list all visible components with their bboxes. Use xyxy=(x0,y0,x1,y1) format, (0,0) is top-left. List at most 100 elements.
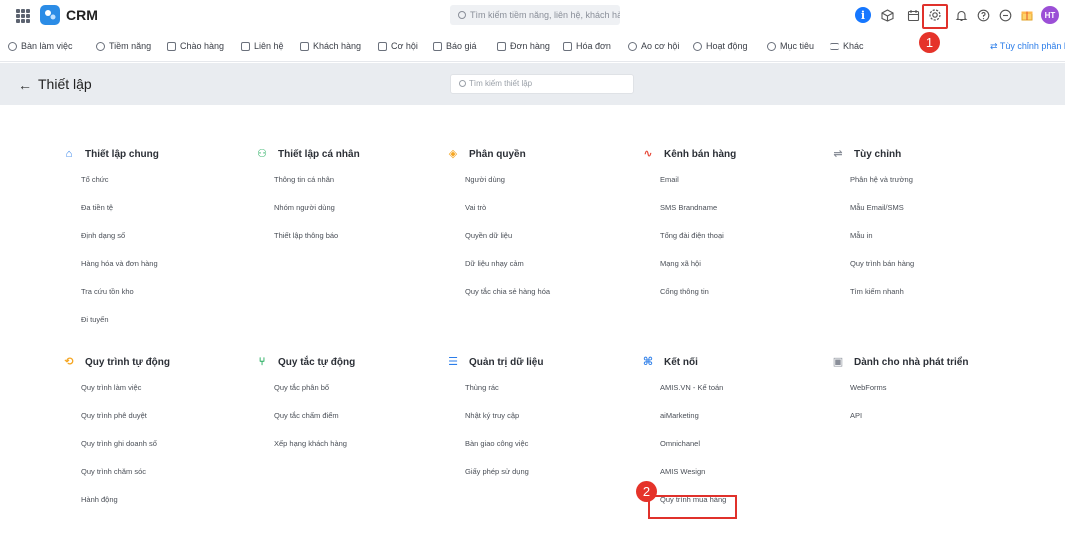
settings-link[interactable]: AMIS.VN - Kế toán xyxy=(660,383,723,392)
gift-box-icon[interactable] xyxy=(1019,7,1035,23)
home-icon xyxy=(8,41,17,51)
nav-label: Mục tiêu xyxy=(780,41,815,51)
settings-link[interactable]: Quy tắc phân bổ xyxy=(274,383,329,392)
settings-link[interactable]: Vai trò xyxy=(465,203,486,212)
settings-link[interactable]: Quy trình làm việc xyxy=(81,383,141,392)
settings-link[interactable]: Mạng xã hội xyxy=(660,259,701,268)
nav-item-lien-he[interactable]: Liên hệ xyxy=(241,41,284,51)
settings-link[interactable]: Hành động xyxy=(81,495,118,504)
building-icon xyxy=(300,41,309,51)
top-bar: CRM Tìm kiếm tiềm năng, liên hệ, khách h… xyxy=(0,0,1065,62)
settings-link[interactable]: Quyền dữ liệu xyxy=(465,231,512,240)
back-arrow-icon[interactable]: ← xyxy=(18,77,32,93)
settings-link[interactable]: Đi tuyến xyxy=(81,315,109,324)
settings-link[interactable]: Omnichanel xyxy=(660,439,700,448)
section-title-text: Kênh bán hàng xyxy=(664,148,737,160)
customize-label: Tùy chỉnh phân hệ xyxy=(999,41,1065,51)
settings-link[interactable]: Nhóm người dùng xyxy=(274,203,335,212)
nav-item-ban-lam-viec[interactable]: Bàn làm việc xyxy=(8,41,73,51)
shield-icon: ◈ xyxy=(448,148,458,160)
cube-icon[interactable] xyxy=(879,7,895,23)
nav-label: Đơn hàng xyxy=(510,41,550,51)
target-icon xyxy=(96,41,105,51)
database-icon: ☰ xyxy=(448,356,458,368)
settings-link[interactable]: Quy trình chăm sóc xyxy=(81,467,146,476)
settings-link[interactable]: Quy trình bán hàng xyxy=(850,259,914,268)
section-title: ⇌ Tùy chỉnh xyxy=(832,148,901,160)
more-circle-icon[interactable] xyxy=(997,7,1013,23)
settings-link[interactable]: Phân hệ và trường xyxy=(850,175,913,184)
settings-header: ← Thiết lập Tìm kiếm thiết lập xyxy=(0,63,1065,105)
settings-link[interactable]: Dữ liệu nhạy cảm xyxy=(465,259,524,268)
settings-link[interactable]: Tra cứu tồn kho xyxy=(81,287,134,296)
settings-link[interactable]: Đa tiền tệ xyxy=(81,203,113,212)
settings-link[interactable]: Quy trình ghi doanh số xyxy=(81,439,157,448)
nav-item-muc-tieu[interactable]: Mục tiêu xyxy=(767,41,814,51)
search-icon xyxy=(459,80,466,87)
calendar-icon[interactable] xyxy=(905,7,921,23)
gift-icon xyxy=(167,41,176,51)
nav-item-chao-hang[interactable]: Chào hàng xyxy=(167,41,224,51)
settings-link[interactable]: Mẫu Email/SMS xyxy=(850,203,904,212)
nav-item-don-hang[interactable]: Đơn hàng xyxy=(497,41,550,51)
section-title-text: Thiết lập chung xyxy=(85,148,159,160)
nav-label: Ao cơ hội xyxy=(641,41,680,51)
settings-link[interactable]: AMIS Wesign xyxy=(660,467,705,476)
settings-link[interactable]: aiMarketing xyxy=(660,411,699,420)
settings-search-input[interactable]: Tìm kiếm thiết lập xyxy=(450,74,634,94)
settings-link[interactable]: Cổng thông tin xyxy=(660,287,709,296)
customize-modules-link[interactable]: ⇄ Tùy chỉnh phân hệ xyxy=(990,41,1065,52)
nav-item-tiem-nang[interactable]: Tiềm năng xyxy=(96,41,151,51)
nav-label: Khác xyxy=(843,41,864,51)
info-icon[interactable]: i xyxy=(855,7,871,23)
settings-link[interactable]: Giấy phép sử dụng xyxy=(465,467,529,476)
section-title: ◈ Phân quyền xyxy=(447,148,526,160)
settings-link[interactable]: Người dùng xyxy=(465,175,505,184)
settings-link[interactable]: Tổng đài điện thoại xyxy=(660,231,724,240)
nav-item-co-hoi[interactable]: Cơ hội xyxy=(378,41,418,51)
nav-item-bao-gia[interactable]: Báo giá xyxy=(433,41,477,51)
section-title: ⚇ Thiết lập cá nhân xyxy=(256,148,360,160)
settings-link[interactable]: WebForms xyxy=(850,383,887,392)
section-title-text: Phân quyền xyxy=(469,148,526,160)
section-title: ⑂ Quy tắc tự động xyxy=(256,356,356,368)
settings-link[interactable]: Email xyxy=(660,175,679,184)
settings-link[interactable]: Thùng rác xyxy=(465,383,499,392)
nav-label: Bàn làm việc xyxy=(21,41,73,51)
section-title-text: Tùy chỉnh xyxy=(854,148,902,160)
settings-link[interactable]: Thiết lập thông báo xyxy=(274,231,338,240)
nav-item-hoa-don[interactable]: Hóa đơn xyxy=(563,41,611,51)
section-title-text: Dành cho nhà phát triển xyxy=(854,356,969,368)
activity-icon xyxy=(693,41,702,51)
settings-link[interactable]: Bàn giao công việc xyxy=(465,439,528,448)
nav-item-khac[interactable]: Khác xyxy=(830,41,864,51)
step-badge-2: 2 xyxy=(636,481,657,502)
section-title: ⌘ Kết nối xyxy=(642,356,698,368)
settings-link[interactable]: Thông tin cá nhân xyxy=(274,175,334,184)
nav-item-hoat-dong[interactable]: Hoạt động xyxy=(693,41,748,51)
settings-link[interactable]: Tổ chức xyxy=(81,175,109,184)
settings-link[interactable]: Nhật ký truy cập xyxy=(465,411,519,420)
settings-link[interactable]: Quy tắc chia sẻ hàng hóa xyxy=(465,287,550,296)
nav-label: Khách hàng xyxy=(313,41,362,51)
branch-icon: ⑂ xyxy=(258,356,266,368)
settings-link[interactable]: API xyxy=(850,411,862,420)
settings-link[interactable]: Quy trình phê duyệt xyxy=(81,411,147,420)
nav-label: Liên hệ xyxy=(254,41,284,51)
avatar[interactable]: HT xyxy=(1041,6,1059,24)
section-title: ▣ Dành cho nhà phát triển xyxy=(832,356,969,368)
settings-link[interactable]: Hàng hóa và đơn hàng xyxy=(81,259,158,268)
nav-item-ao-co-hoi[interactable]: Ao cơ hội xyxy=(628,41,679,51)
settings-link[interactable]: Tìm kiếm nhanh xyxy=(850,287,904,296)
settings-link[interactable]: Quy tắc chấm điểm xyxy=(274,411,339,420)
nav-label: Chào hàng xyxy=(180,41,225,51)
settings-link[interactable]: Định dạng số xyxy=(81,231,125,240)
settings-link[interactable]: Xếp hạng khách hàng xyxy=(274,439,347,448)
bell-icon[interactable] xyxy=(953,7,969,23)
help-icon[interactable] xyxy=(975,7,991,23)
nav-item-khach-hang[interactable]: Khách hàng xyxy=(300,41,361,51)
module-nav: Bàn làm việc Tiềm năng Chào hàng Liên hệ… xyxy=(0,37,1065,59)
settings-link[interactable]: Mẫu in xyxy=(850,231,873,240)
settings-link[interactable]: SMS Brandname xyxy=(660,203,717,212)
nav-label: Cơ hội xyxy=(391,41,418,51)
